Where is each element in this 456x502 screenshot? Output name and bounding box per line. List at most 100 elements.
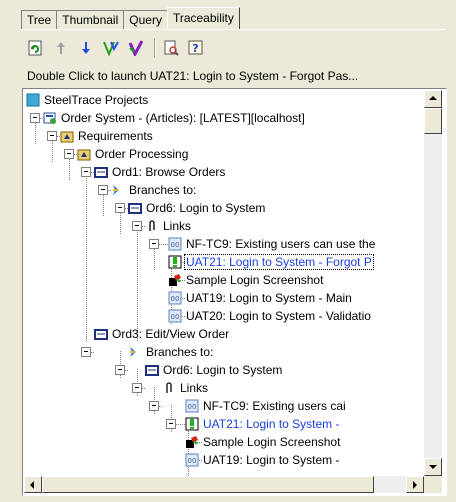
tree-item-project[interactable]: Order System - (Articles): [LATEST][loca… — [43, 109, 305, 127]
requirement-icon — [145, 363, 159, 377]
tree-item-requirement[interactable]: Ord6: Login to System — [128, 199, 265, 217]
tree-item-label: Links — [180, 381, 209, 395]
svg-text:00: 00 — [171, 241, 180, 249]
refresh-icon[interactable] — [25, 37, 47, 59]
test-case-icon: 00 — [185, 399, 199, 413]
tab-tree[interactable]: Tree — [21, 10, 58, 29]
trace-check-icon[interactable] — [125, 37, 147, 59]
collapse-toggle[interactable] — [64, 149, 74, 159]
svg-text:00: 00 — [188, 403, 197, 411]
screenshot-icon — [168, 273, 182, 287]
scroll-corner — [424, 476, 442, 493]
svg-text:?: ? — [192, 42, 198, 55]
tree-item-screenshot[interactable]: Sample Login Screenshot — [185, 433, 340, 451]
arrow-up-icon[interactable] — [50, 37, 72, 59]
tab-strip: Tree Thumbnail Query Traceability — [21, 7, 240, 29]
test-case-icon: 00 — [168, 291, 182, 305]
tree-item-test[interactable]: 00 UAT19: Login to System - — [185, 451, 340, 469]
collapse-toggle[interactable] — [149, 239, 159, 249]
tab-query[interactable]: Query — [123, 10, 168, 29]
traceability-tree-panel: SteelTrace Projects Order System - (Arti… — [22, 88, 447, 496]
tree-item-test[interactable]: 00 UAT20: Login to System - Validatio — [168, 307, 371, 325]
scroll-right-button[interactable] — [406, 476, 424, 493]
collapse-toggle[interactable] — [98, 185, 108, 195]
tree-item-label: Ord6: Login to System — [163, 363, 283, 377]
toolbar-separator — [154, 38, 156, 58]
collapse-toggle[interactable] — [47, 131, 57, 141]
tree-item-test[interactable]: 00 UAT19: Login to System - Main — [168, 289, 352, 307]
tree-item-screenshot[interactable]: Sample Login Screenshot — [168, 271, 323, 289]
tree-item-label: Sample Login Screenshot — [203, 435, 341, 449]
collapse-toggle[interactable] — [81, 347, 91, 357]
tree-item-label: SteelTrace Projects — [44, 93, 149, 107]
tree-item-requirement[interactable]: Ord6: Login to System — [145, 361, 282, 379]
svg-text:00: 00 — [171, 313, 180, 321]
collapse-toggle[interactable] — [149, 401, 159, 411]
tree-item-branches[interactable]: Branches to: — [128, 343, 213, 361]
requirement-icon — [94, 165, 108, 179]
tree-item-label: Order System - (Articles): [LATEST][loca… — [61, 111, 305, 125]
branch-arrow-icon — [111, 183, 125, 197]
scroll-down-button[interactable] — [424, 458, 442, 476]
tree-item-label: Ord6: Login to System — [146, 201, 266, 215]
tree-item-label: UAT19: Login to System - — [203, 453, 340, 467]
toolbar: ? — [25, 35, 210, 61]
collapse-toggle[interactable] — [30, 113, 40, 123]
collapse-toggle[interactable] — [115, 203, 125, 213]
tree-item-folder[interactable]: Order Processing — [77, 145, 188, 163]
folder-icon — [77, 147, 91, 161]
traceability-window: Tree Thumbnail Query Traceability ? Doub… — [0, 0, 456, 502]
tab-traceability[interactable]: Traceability — [166, 7, 240, 29]
collapse-toggle[interactable] — [115, 365, 125, 375]
collapse-toggle[interactable] — [81, 167, 91, 177]
svg-text:00: 00 — [171, 295, 180, 303]
collapse-toggle[interactable] — [132, 221, 142, 231]
tree-item-label: Ord3: Edit/View Order — [112, 327, 230, 341]
screenshot-icon — [185, 435, 199, 449]
tree-item-label: NF-TC9: Existing users cai — [203, 399, 346, 413]
arrow-down-icon[interactable] — [75, 37, 97, 59]
launch-hint: Double Click to launch UAT21: Login to S… — [27, 69, 359, 83]
vertical-scrollbar[interactable] — [424, 90, 442, 476]
trace-branch-icon[interactable] — [100, 37, 122, 59]
tree-item-test-highlight[interactable]: UAT21: Login to System - — [185, 415, 340, 433]
tree-item-requirement[interactable]: Ord1: Browse Orders — [94, 163, 225, 181]
tab-divider — [21, 29, 446, 30]
tree-item-label: Sample Login Screenshot — [186, 273, 324, 287]
collapse-toggle[interactable] — [132, 383, 142, 393]
tree-item-label: UAT21: Login to System - — [203, 417, 340, 431]
tree-item-label: Links — [163, 219, 192, 233]
tree-item-test-selected[interactable]: UAT21: Login to System - Forgot P — [168, 253, 374, 271]
horizontal-scrollbar[interactable] — [24, 476, 424, 493]
paperclip-icon — [162, 381, 176, 395]
scroll-left-button[interactable] — [24, 476, 42, 493]
test-case-icon: 00 — [185, 453, 199, 467]
tree-item-requirement[interactable]: Ord3: Edit/View Order — [94, 325, 229, 343]
tree-item-label: UAT20: Login to System - Validatio — [186, 309, 371, 323]
test-case-icon: 00 — [168, 237, 182, 251]
tree-item-links[interactable]: Links — [145, 217, 191, 235]
tree-item-links[interactable]: Links — [162, 379, 208, 397]
tree-root-item[interactable]: SteelTrace Projects — [26, 91, 148, 109]
tree-item-label: Requirements — [78, 129, 153, 143]
requirement-icon — [128, 201, 142, 215]
tree-item-label: UAT21: Login to System - Forgot P — [184, 254, 374, 270]
project-icon — [26, 93, 40, 107]
vertical-scroll-thumb[interactable] — [424, 108, 442, 134]
tree-item-branches[interactable]: Branches to: — [111, 181, 196, 199]
tree-item-folder[interactable]: Requirements — [60, 127, 153, 145]
warning-test-icon — [168, 255, 182, 269]
tree-item-label: UAT19: Login to System - Main — [186, 291, 352, 305]
help-icon[interactable]: ? — [185, 37, 207, 59]
requirement-icon — [94, 327, 108, 341]
tree-item-label: Order Processing — [95, 147, 189, 161]
tab-thumbnail[interactable]: Thumbnail — [56, 10, 125, 29]
tree-item-test[interactable]: 00 NF-TC9: Existing users cai — [185, 397, 346, 415]
collapse-toggle[interactable] — [166, 419, 176, 429]
properties-icon[interactable] — [160, 37, 182, 59]
scroll-up-button[interactable] — [424, 90, 442, 108]
tree-item-label: Ord1: Browse Orders — [112, 165, 226, 179]
tree-item-test[interactable]: 00 NF-TC9: Existing users can use the — [168, 235, 375, 253]
svg-text:00: 00 — [188, 457, 197, 465]
horizontal-scroll-thumb[interactable] — [42, 476, 374, 493]
